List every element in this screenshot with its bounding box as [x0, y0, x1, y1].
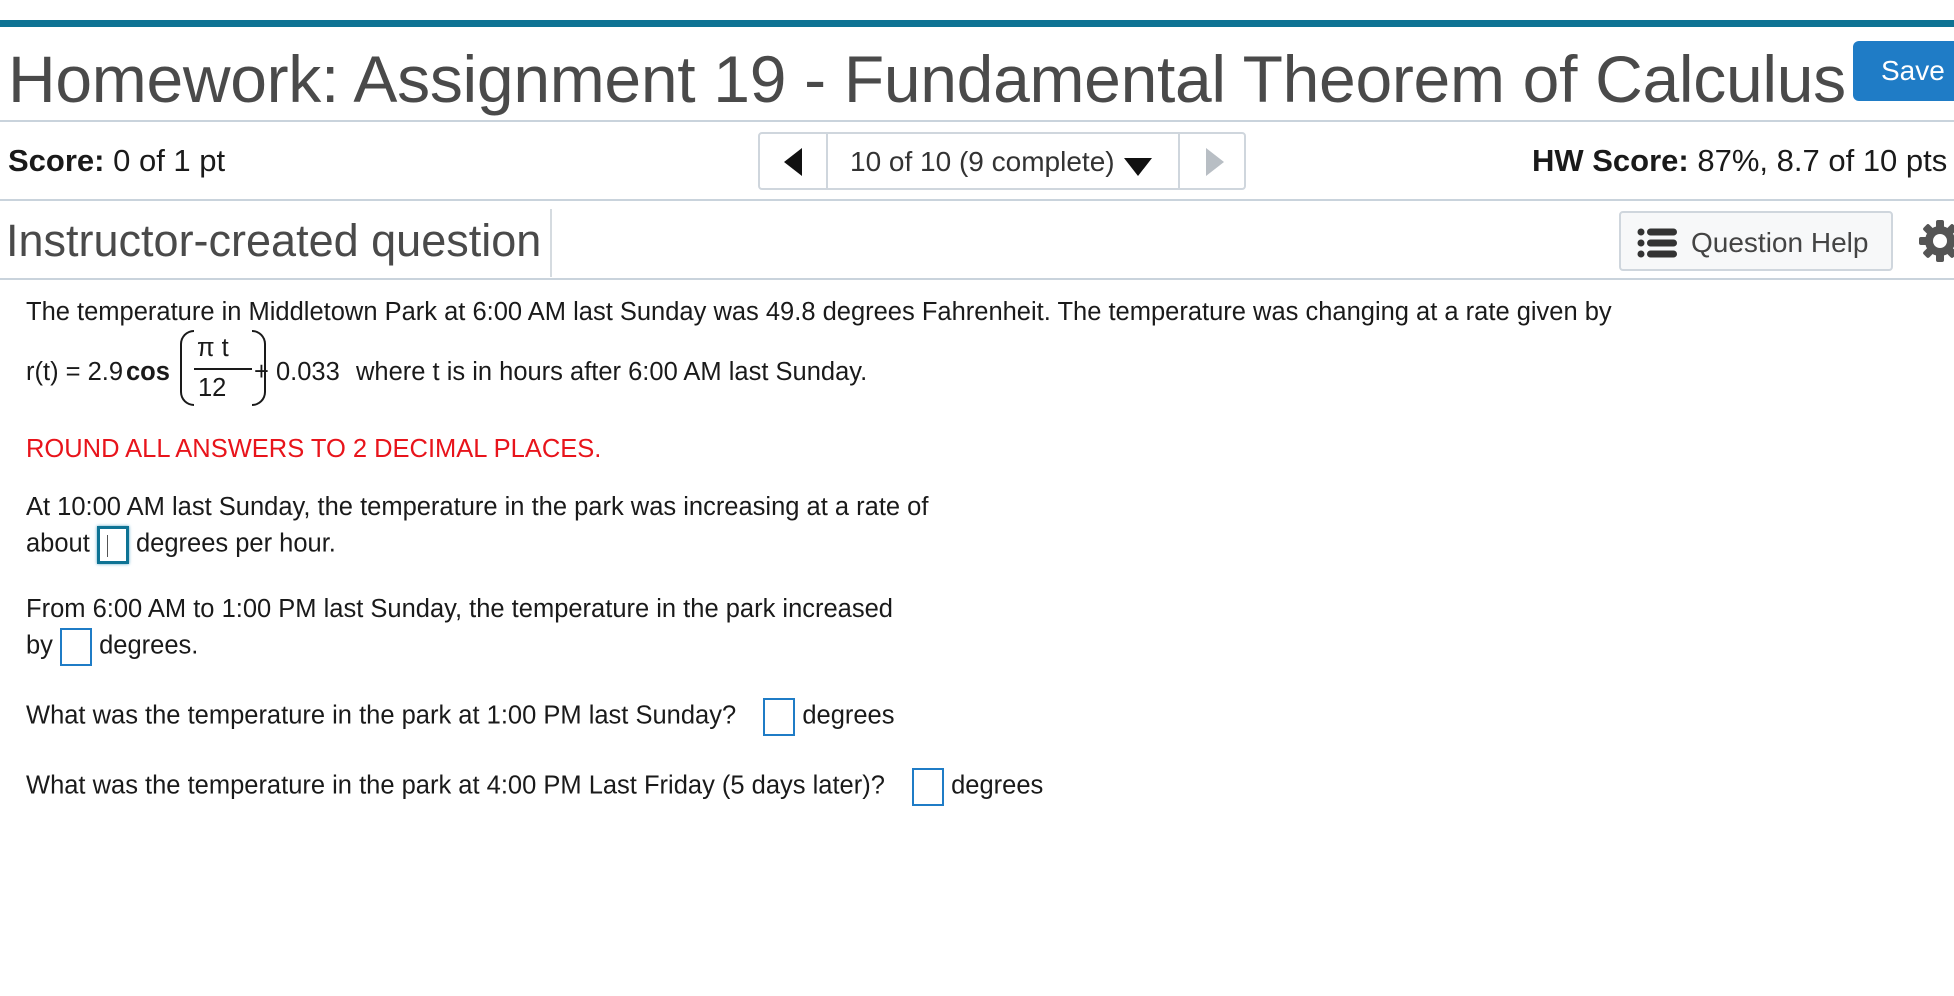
part1-suffix: degrees per hour.: [136, 529, 336, 558]
previous-question-button[interactable]: [760, 134, 828, 188]
left-paren: [180, 330, 194, 406]
question-help-label: Question Help: [1691, 227, 1869, 258]
hw-score-value: 87%, 8.7 of 10 pts: [1697, 143, 1948, 178]
part2-prefix: by: [26, 631, 53, 660]
score-row: Score: 0 of 1 pt 10 of 10 (9 complete) H…: [0, 122, 1954, 201]
question-score: Score: 0 of 1 pt: [8, 143, 225, 179]
score-value: 0 of 1 pt: [113, 143, 226, 178]
question-help-button[interactable]: Question Help: [1619, 211, 1893, 271]
part4-text: What was the temperature in the park at …: [26, 771, 885, 800]
part3-text: What was the temperature in the park at …: [26, 701, 737, 730]
formula-denominator: 12: [198, 374, 227, 402]
rounding-instruction: ROUND ALL ANSWERS TO 2 DECIMAL PLACES.: [26, 435, 602, 463]
top-accent-bar: [0, 20, 1954, 27]
list-icon: [1637, 228, 1677, 258]
score-label: Score:: [8, 143, 105, 178]
formula-rhs: + 0.033: [254, 358, 340, 386]
rate-formula: r(t) = 2.9 cos π t 12 + 0.033 where t is…: [26, 330, 1026, 410]
part1-answer-input[interactable]: [96, 526, 129, 564]
fraction-bar: [194, 368, 252, 370]
part3-suffix: degrees: [802, 701, 895, 730]
question-intro: The temperature in Middletown Park at 6:…: [26, 298, 1612, 326]
part2-answer-input[interactable]: [60, 628, 93, 666]
formula-numerator: π t: [197, 334, 229, 362]
next-question-button[interactable]: [1178, 134, 1246, 188]
part2-suffix: degrees.: [99, 631, 199, 660]
gear-icon[interactable]: [1918, 219, 1954, 263]
question-pager: 10 of 10 (9 complete): [758, 132, 1246, 190]
part4-answer-input[interactable]: [912, 768, 944, 806]
caret-down-icon[interactable]: [1124, 158, 1152, 176]
formula-function: cos: [126, 358, 170, 386]
save-button[interactable]: Save: [1853, 41, 1954, 101]
part1-text: At 10:00 AM last Sunday, the temperature…: [26, 493, 929, 521]
divider: [550, 209, 552, 277]
hw-score: HW Score: 87%, 8.7 of 10 pts: [1532, 143, 1947, 179]
part4-line: What was the temperature in the park at …: [26, 768, 1043, 806]
part4-suffix: degrees: [951, 771, 1044, 800]
page-title: Homework: Assignment 19 - Fundamental Th…: [8, 42, 1846, 116]
formula-tail: where t is in hours after 6:00 AM last S…: [356, 358, 868, 386]
formula-lhs: r(t) = 2.9: [26, 358, 124, 386]
hw-score-label: HW Score:: [1532, 143, 1689, 178]
title-row: Homework: Assignment 19 - Fundamental Th…: [0, 27, 1954, 122]
part1-prefix: about: [26, 529, 90, 558]
question-type-title: Instructor-created question: [6, 215, 542, 266]
triangle-left-icon: [784, 148, 802, 176]
triangle-right-icon: [1206, 148, 1224, 176]
question-selector[interactable]: 10 of 10 (9 complete): [850, 146, 1115, 178]
part1-answer-line: about degrees per hour.: [26, 526, 336, 564]
part2-text: From 6:00 AM to 1:00 PM last Sunday, the…: [26, 595, 893, 623]
part2-answer-line: by degrees.: [26, 628, 198, 666]
question-header-row: Instructor-created question Question Hel…: [0, 201, 1954, 280]
part3-line: What was the temperature in the park at …: [26, 698, 894, 736]
part3-answer-input[interactable]: [763, 698, 796, 736]
